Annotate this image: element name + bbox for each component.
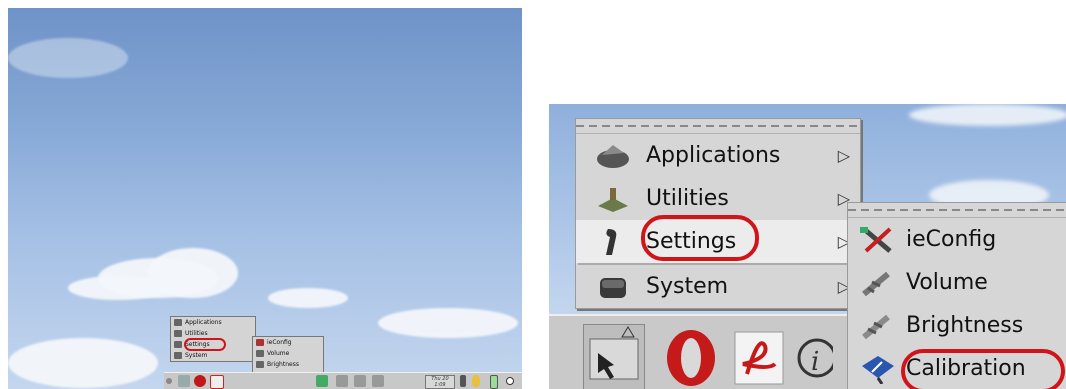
clock[interactable]: Thu 20 1:09 bbox=[425, 375, 455, 389]
start-menu-item-utilities[interactable]: Utilities ▷ bbox=[576, 177, 860, 220]
acrobat-icon[interactable] bbox=[729, 324, 789, 388]
submenu-item-volume[interactable]: Volume bbox=[253, 348, 323, 359]
start-menu-item-system[interactable]: System bbox=[171, 350, 255, 361]
cloud bbox=[8, 338, 158, 388]
settings-submenu: ieConfig Volume Brightness Calibration bbox=[847, 202, 1066, 389]
submenu-item-calibration[interactable]: Calibration bbox=[848, 347, 1066, 389]
submenu-tear-off[interactable] bbox=[848, 203, 1066, 218]
signal-icon[interactable] bbox=[460, 375, 466, 387]
system-icon bbox=[594, 272, 632, 302]
ieconfig-icon bbox=[256, 339, 264, 346]
cloud bbox=[8, 38, 128, 78]
applications-icon bbox=[174, 319, 182, 326]
submenu-item-brightness[interactable]: Brightness bbox=[848, 304, 1066, 347]
submenu-item-ieconfig[interactable]: ieConfig bbox=[848, 218, 1066, 261]
start-menu-small: Applications Utilities Settings System bbox=[170, 316, 256, 362]
cloud bbox=[268, 288, 348, 308]
submenu-item-volume[interactable]: Volume bbox=[848, 261, 1066, 304]
circle-icon[interactable] bbox=[506, 377, 514, 385]
volume-icon bbox=[858, 268, 896, 298]
volume-icon bbox=[256, 350, 264, 357]
menu-tear-off[interactable] bbox=[576, 119, 860, 134]
utilities-icon bbox=[174, 330, 182, 337]
info-icon[interactable]: i bbox=[793, 324, 837, 388]
cloud bbox=[68, 276, 168, 300]
svg-text:i: i bbox=[811, 347, 819, 377]
bulb-icon[interactable] bbox=[472, 375, 480, 387]
cloud bbox=[909, 104, 1066, 126]
submenu-item-brightness[interactable]: Brightness bbox=[253, 359, 323, 370]
start-menu-item-applications[interactable]: Applications ▷ bbox=[576, 134, 860, 177]
brightness-tray-icon[interactable] bbox=[354, 375, 366, 387]
brightness-icon bbox=[256, 361, 264, 368]
zoomed-view: Applications ▷ Utilities ▷ Settings ▷ Sy… bbox=[549, 104, 1066, 389]
start-menu-item-applications[interactable]: Applications bbox=[171, 317, 255, 328]
opera-icon[interactable] bbox=[661, 324, 721, 388]
start-menu: Applications ▷ Utilities ▷ Settings ▷ Sy… bbox=[575, 118, 861, 309]
desktop-screenshot: Applications Utilities Settings System i… bbox=[8, 8, 522, 389]
settings-tray-icon[interactable] bbox=[372, 375, 384, 387]
cloud bbox=[378, 308, 518, 338]
ieconfig-icon bbox=[858, 225, 896, 255]
taskbar: Thu 20 1:09 bbox=[164, 372, 522, 389]
start-button-icon[interactable] bbox=[583, 324, 645, 389]
opera-icon[interactable] bbox=[194, 375, 206, 387]
start-menu-item-system[interactable]: System ▷ bbox=[576, 265, 860, 308]
start-menu-item-settings[interactable]: Settings ▷ bbox=[576, 220, 860, 263]
settings-icon bbox=[594, 227, 632, 257]
start-button-icon[interactable] bbox=[178, 375, 190, 387]
start-menu-item-settings[interactable]: Settings bbox=[171, 339, 255, 350]
brightness-icon bbox=[858, 311, 896, 341]
applications-icon bbox=[594, 141, 632, 171]
tools-icon[interactable] bbox=[316, 375, 328, 387]
system-icon bbox=[174, 352, 182, 359]
volume-tray-icon[interactable] bbox=[336, 375, 348, 387]
calibration-icon bbox=[858, 354, 896, 385]
utilities-icon bbox=[594, 184, 632, 214]
taskbar-zoomed: i bbox=[549, 314, 849, 389]
start-menu-item-utilities[interactable]: Utilities bbox=[171, 328, 255, 339]
submenu-item-ieconfig[interactable]: ieConfig bbox=[253, 337, 323, 348]
submenu-arrow-icon: ▷ bbox=[837, 146, 850, 165]
acrobat-icon[interactable] bbox=[210, 375, 224, 389]
battery-icon[interactable] bbox=[490, 375, 498, 389]
power-icon[interactable] bbox=[166, 378, 172, 384]
settings-icon bbox=[174, 341, 182, 348]
